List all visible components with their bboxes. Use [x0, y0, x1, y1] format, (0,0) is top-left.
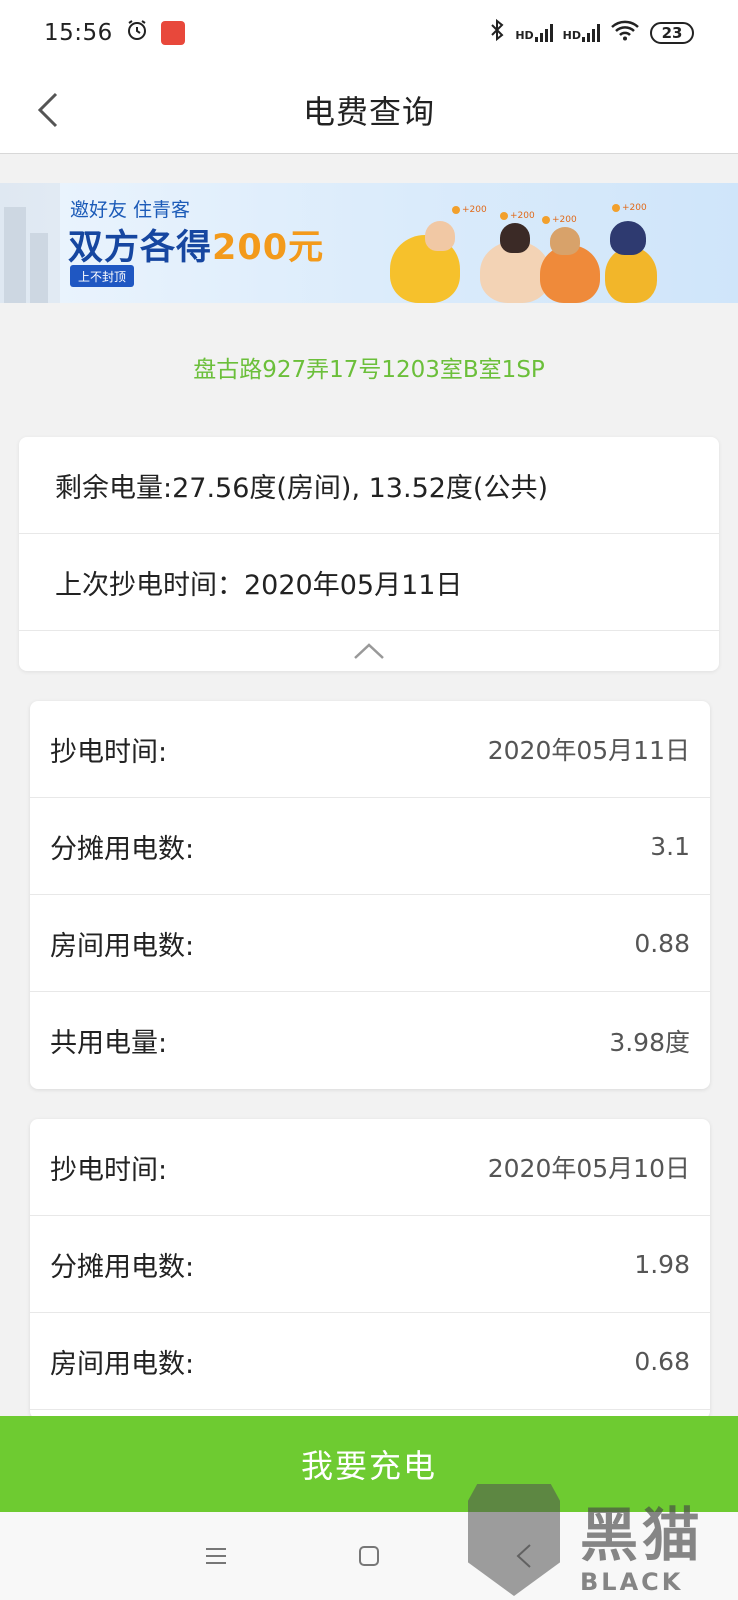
- illustration-person: [605, 247, 657, 303]
- cat-shield-logo: [468, 1484, 560, 1596]
- network-label: HD: [515, 29, 534, 42]
- record-label: 抄电时间:: [50, 1154, 168, 1186]
- last-read-time: 上次抄电时间：2020年05月11日: [19, 534, 719, 631]
- record-label: 房间用电数:: [50, 1348, 195, 1380]
- record-value: 0.68: [634, 1346, 690, 1376]
- promo-banner[interactable]: 邀好友 住青客 双方各得200元 上不封顶 +200 +200 +200 +20…: [0, 183, 738, 303]
- app-header: 电费查询: [0, 66, 738, 154]
- illustration-person: [610, 221, 646, 255]
- illustration-person: [425, 221, 455, 251]
- record-value: 2020年05月11日: [487, 736, 690, 765]
- banner-headline-amount: 200元: [212, 228, 325, 268]
- menu-icon: [206, 1548, 226, 1564]
- record-label: 房间用电数:: [50, 930, 195, 962]
- record-value: 1.98: [634, 1249, 690, 1279]
- status-time: 15:56: [44, 20, 113, 46]
- summary-card: 剩余电量:27.56度(房间), 13.52度(公共) 上次抄电时间：2020年…: [19, 437, 719, 671]
- home-square-icon: [359, 1546, 379, 1566]
- banner-subtitle: 邀好友 住青客: [70, 199, 191, 221]
- network-label: HD: [562, 29, 581, 42]
- record-row: 分摊用电数: 3.1: [30, 798, 710, 895]
- app-notification-icon: [160, 21, 185, 45]
- alarm-icon: [125, 18, 149, 48]
- record-row: 房间用电数: 0.88: [30, 895, 710, 992]
- banner-coin: +200: [452, 205, 487, 215]
- banner-coin: +200: [542, 215, 577, 225]
- illustration-person: [500, 223, 530, 253]
- chevron-up-icon: [354, 643, 384, 659]
- back-chevron-icon: [37, 92, 58, 128]
- battery-indicator: 23: [650, 22, 694, 44]
- record-row: 房间用电数: 0.68: [30, 1313, 710, 1410]
- record-value: 3.1: [650, 831, 690, 861]
- watermark: 黑猫 BLACK CAT: [468, 1484, 738, 1600]
- collapse-toggle[interactable]: [19, 631, 719, 671]
- banner-tag: 上不封顶: [70, 265, 135, 287]
- banner-coin: +200: [612, 203, 647, 213]
- back-button[interactable]: [22, 84, 74, 136]
- bluetooth-icon: [489, 18, 505, 48]
- banner-coin: +200: [500, 211, 535, 221]
- record-label: 分摊用电数:: [50, 833, 195, 865]
- record-label: 分摊用电数:: [50, 1251, 195, 1283]
- remaining-power: 剩余电量:27.56度(房间), 13.52度(公共): [19, 437, 719, 534]
- watermark-subtext: BLACK CAT: [580, 1568, 684, 1600]
- illustration-person: [550, 227, 580, 255]
- address-label: 盘古路927弄17号1203室B室1SP: [193, 357, 545, 383]
- record-row: 分摊用电数: 1.98: [30, 1216, 710, 1313]
- banner-headline-prefix: 双方各得: [68, 228, 213, 268]
- promo-banner-content: 邀好友 住青客 双方各得200元 上不封顶 +200 +200 +200 +20…: [60, 183, 738, 303]
- signal-icon: HD: [563, 24, 600, 42]
- record-label: 抄电时间:: [50, 736, 168, 768]
- page-title: 电费查询: [302, 92, 435, 131]
- wifi-icon: [610, 19, 640, 47]
- record-row: 抄电时间: 2020年05月11日: [30, 701, 710, 798]
- record-row: 共用电量: 3.98度: [30, 992, 710, 1089]
- building-shape: [4, 207, 26, 303]
- home-button[interactable]: [347, 1534, 391, 1578]
- banner-headline: 双方各得200元: [68, 219, 324, 270]
- record-value: 3.98度: [609, 1027, 690, 1057]
- record-value: 0.88: [634, 928, 690, 958]
- record-value: 2020年05月10日: [487, 1154, 690, 1183]
- record-card: 抄电时间: 2020年05月10日 分摊用电数: 1.98 房间用电数: 0.6…: [30, 1119, 710, 1419]
- record-label: 共用电量:: [50, 1028, 168, 1059]
- watermark-text: 黑猫: [580, 1501, 705, 1569]
- status-bar: 15:56 HD HD 23: [0, 0, 738, 66]
- building-shape: [30, 233, 48, 303]
- signal-icon: HD: [515, 24, 553, 42]
- record-row: 抄电时间: 2020年05月10日: [30, 1119, 710, 1216]
- menu-button[interactable]: [194, 1534, 238, 1578]
- record-card: 抄电时间: 2020年05月11日 分摊用电数: 3.1 房间用电数: 0.88…: [30, 701, 710, 1089]
